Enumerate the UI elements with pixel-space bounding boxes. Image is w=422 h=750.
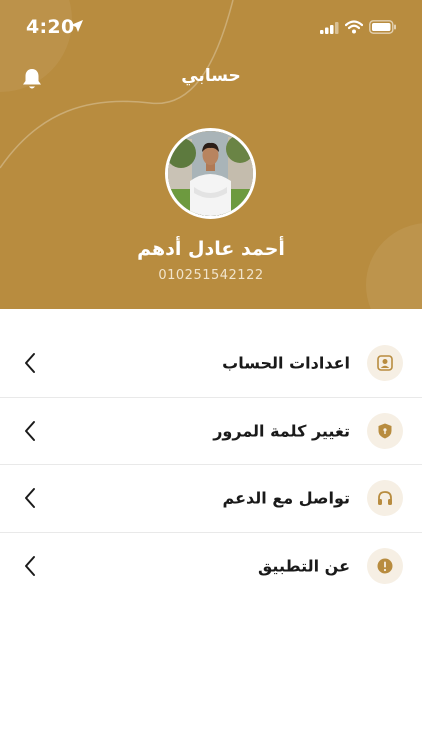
status-bar: 4:20: [0, 0, 422, 54]
profile-header: 4:20 حسابي أحمد عادل أدهم 010251542122: [0, 0, 422, 309]
menu-item-label: تغيير كلمة المرور: [213, 421, 350, 441]
chevron-left-icon: [25, 420, 35, 441]
menu-item-account-settings[interactable]: اعدادات الحساب: [0, 330, 422, 398]
menu-item-label: عن التطبيق: [258, 556, 350, 576]
account-menu: اعدادات الحساب تغيير كلمة المرور تواصل م…: [0, 330, 422, 600]
battery-icon: [369, 20, 396, 34]
chevron-left-icon: [25, 353, 35, 374]
menu-item-label: تواصل مع الدعم: [222, 488, 350, 508]
profile-photo-image: [168, 131, 253, 216]
profile-name: أحمد عادل أدهم: [137, 238, 285, 260]
headphones-icon: [367, 480, 403, 517]
shield-lock-icon: [367, 412, 403, 449]
user-profile-icon: [367, 345, 403, 382]
cellular-signal-icon: [320, 22, 339, 34]
status-time: 4:20: [26, 16, 75, 38]
menu-item-label: اعدادات الحساب: [222, 353, 350, 373]
location-arrow-icon: [71, 20, 83, 32]
page-title: حسابي: [181, 66, 241, 86]
menu-item-change-password[interactable]: تغيير كلمة المرور: [0, 398, 422, 465]
avatar[interactable]: [165, 128, 256, 219]
menu-item-contact-support[interactable]: تواصل مع الدعم: [0, 465, 422, 533]
profile-phone: 010251542122: [158, 268, 264, 283]
menu-item-about-app[interactable]: عن التطبيق: [0, 533, 422, 601]
chevron-left-icon: [25, 488, 35, 509]
info-icon: [367, 548, 403, 585]
wifi-icon: [345, 20, 363, 34]
chevron-left-icon: [25, 556, 35, 577]
